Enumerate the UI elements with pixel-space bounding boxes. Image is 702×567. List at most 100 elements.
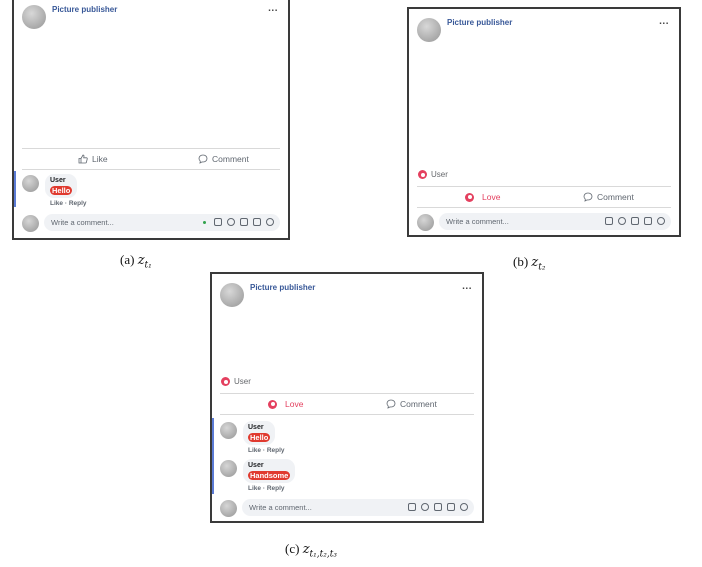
action-bar: Love Comment	[220, 393, 474, 415]
comment-reply-link[interactable]: Reply	[267, 447, 285, 454]
caption-a-prefix: (a)	[120, 252, 135, 267]
publisher-avatar[interactable]	[417, 18, 441, 42]
love-reaction-icon	[418, 170, 427, 180]
camera-icon[interactable]	[240, 218, 248, 226]
comment-input-placeholder: Write a comment...	[446, 217, 509, 226]
caption-c-var: z	[302, 542, 310, 557]
caption-b: (b) zt₂	[513, 254, 546, 273]
gif-icon[interactable]	[644, 217, 652, 225]
comment-button[interactable]: Comment	[386, 394, 437, 414]
comment-label: Comment	[400, 399, 437, 409]
post-card-a: Picture publisher ... Like Comment User …	[12, 0, 290, 240]
love-label: Love	[285, 399, 304, 409]
comment-actions: Like · Reply	[248, 485, 285, 492]
comment-input-placeholder: Write a comment...	[51, 218, 114, 227]
gif-icon[interactable]	[447, 503, 455, 511]
comment-icon	[386, 399, 396, 409]
camera-icon[interactable]	[631, 217, 639, 225]
comment-username[interactable]: User	[248, 462, 290, 470]
comment-bubble: User Hello	[243, 421, 276, 445]
comment-label: Comment	[597, 192, 634, 202]
comment-input[interactable]: Write a comment...	[439, 213, 671, 230]
commenter-avatar[interactable]	[220, 422, 237, 439]
comment-tools	[605, 217, 665, 225]
comment-tools	[408, 503, 468, 511]
thumbs-up-icon	[78, 154, 88, 164]
more-options-icon[interactable]: ...	[659, 16, 669, 27]
comment-thread: User Hello Like · Reply User Handsome Li…	[212, 418, 474, 494]
comment-input-placeholder: Write a comment...	[249, 503, 312, 512]
comment-reply-link[interactable]: Reply	[267, 485, 285, 492]
more-options-icon[interactable]: ...	[268, 3, 278, 14]
comment-text: Hello	[248, 433, 271, 442]
commenter-avatar[interactable]	[220, 460, 237, 477]
action-bar: Love Comment	[417, 186, 671, 208]
love-label: Love	[482, 192, 501, 202]
comment-input[interactable]: Write a comment...	[242, 499, 474, 516]
more-options-icon[interactable]: ...	[462, 281, 472, 292]
avatar-sticker-icon[interactable]	[214, 218, 222, 226]
avatar-sticker-icon[interactable]	[605, 217, 613, 225]
caption-c: (c) zt₁,t₂,t₃	[285, 541, 337, 560]
post-header: Picture publisher ...	[22, 3, 280, 31]
comment-username[interactable]: User	[50, 177, 72, 185]
camera-icon[interactable]	[434, 503, 442, 511]
comment-text: Hello	[50, 186, 73, 195]
comment-thread: User Hello Like · Reply	[14, 171, 280, 207]
caption-c-sub: t₁,t₂,t₃	[309, 549, 337, 560]
publisher-name[interactable]: Picture publisher	[447, 18, 512, 27]
love-button[interactable]: Love	[465, 187, 500, 207]
caption-c-prefix: (c)	[285, 541, 300, 556]
love-icon	[465, 192, 474, 202]
write-comment-row: Write a comment...	[220, 499, 474, 517]
post-card-c: Picture publisher ... User Love Comment …	[210, 272, 484, 523]
reaction-summary[interactable]: User	[418, 170, 448, 180]
separator: ·	[64, 200, 67, 207]
write-comment-row: Write a comment...	[22, 214, 280, 232]
comment-icon	[583, 192, 593, 202]
current-user-avatar	[417, 214, 434, 231]
caption-b-sub: t₂	[538, 262, 546, 273]
emoji-icon[interactable]	[421, 503, 429, 511]
typing-indicator-icon	[203, 220, 206, 224]
publisher-avatar[interactable]	[22, 5, 46, 29]
comment-like-link[interactable]: Like	[248, 485, 261, 492]
current-user-avatar	[22, 215, 39, 232]
comment-tools	[203, 218, 274, 226]
reaction-user: User	[234, 377, 251, 386]
sticker-icon[interactable]	[266, 218, 274, 226]
like-button[interactable]: Like	[78, 149, 108, 169]
like-label: Like	[92, 154, 108, 164]
love-icon	[268, 399, 277, 409]
comment-label: Comment	[212, 154, 249, 164]
separator: ·	[262, 447, 265, 454]
comment-like-link[interactable]: Like	[248, 447, 261, 454]
publisher-name[interactable]: Picture publisher	[250, 283, 315, 292]
separator: ·	[262, 485, 265, 492]
comment-button[interactable]: Comment	[198, 149, 249, 169]
commenter-avatar[interactable]	[22, 175, 39, 192]
avatar-sticker-icon[interactable]	[408, 503, 416, 511]
sticker-icon[interactable]	[657, 217, 665, 225]
comment-username[interactable]: User	[248, 424, 270, 432]
emoji-icon[interactable]	[227, 218, 235, 226]
comment-like-link[interactable]: Like	[50, 200, 63, 207]
thread-indicator	[212, 418, 214, 494]
comment-actions: Like · Reply	[248, 447, 285, 454]
publisher-avatar[interactable]	[220, 283, 244, 307]
reaction-user: User	[431, 170, 448, 179]
sticker-icon[interactable]	[460, 503, 468, 511]
comment-reply-link[interactable]: Reply	[69, 200, 87, 207]
love-reaction-icon	[221, 377, 230, 387]
caption-a-var: z	[137, 253, 145, 268]
publisher-name[interactable]: Picture publisher	[52, 5, 117, 14]
thread-indicator	[14, 171, 16, 207]
reaction-summary[interactable]: User	[221, 377, 251, 387]
comment-input[interactable]: Write a comment...	[44, 214, 280, 231]
caption-a: (a) zt₁	[120, 252, 152, 271]
emoji-icon[interactable]	[618, 217, 626, 225]
love-button[interactable]: Love	[268, 394, 303, 414]
comment-button[interactable]: Comment	[583, 187, 634, 207]
gif-icon[interactable]	[253, 218, 261, 226]
current-user-avatar	[220, 500, 237, 517]
